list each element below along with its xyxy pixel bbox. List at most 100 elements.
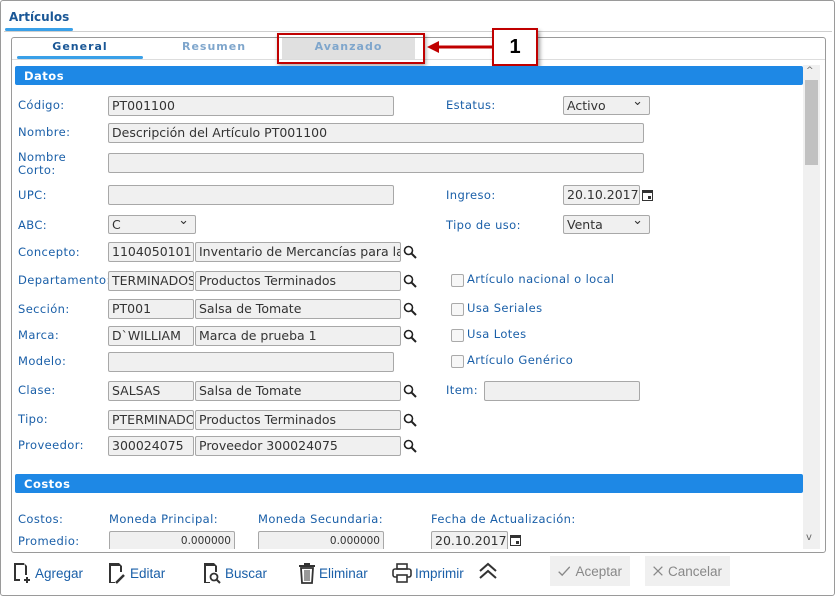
proveedor-code-input[interactable]: 300024075: [108, 436, 194, 456]
form-scroll-area: Datos Código: PT001100 Estatus: Activo N…: [15, 65, 803, 549]
modelo-input[interactable]: [108, 352, 394, 372]
cancelar-button[interactable]: Cancelar: [645, 556, 730, 586]
upc-label: UPC:: [18, 188, 47, 202]
annotation-number: 1: [492, 28, 538, 66]
close-icon: [653, 566, 663, 576]
nombre-label: Nombre:: [18, 125, 71, 139]
search-document-icon: [204, 563, 221, 584]
scrollbar-thumb[interactable]: [805, 80, 818, 165]
cancelar-label: Cancelar: [667, 563, 722, 579]
tipo-desc-input[interactable]: Productos Terminados: [195, 410, 401, 430]
promedio-secundaria-input[interactable]: 0.000000: [258, 531, 384, 549]
calendar-icon[interactable]: [642, 189, 653, 201]
seriales-checkbox[interactable]: [451, 303, 464, 316]
item-label: Item:: [446, 383, 479, 397]
lotes-label: Usa Lotes: [467, 327, 527, 341]
search-icon[interactable]: [403, 413, 417, 427]
scroll-down-icon[interactable]: v: [806, 532, 812, 543]
tipo-uso-select[interactable]: Venta: [563, 213, 650, 234]
estatus-select[interactable]: Activo: [563, 94, 650, 115]
proveedor-label: Proveedor:: [18, 438, 84, 452]
marca-code-input[interactable]: D`WILLIAM: [108, 326, 194, 346]
ingreso-label: Ingreso:: [446, 188, 496, 202]
eliminar-button[interactable]: Eliminar: [298, 562, 368, 584]
nacional-checkbox[interactable]: [451, 274, 464, 287]
imprimir-button[interactable]: Imprimir: [392, 562, 464, 584]
departamento-code-input[interactable]: TERMINADOS: [108, 271, 194, 291]
clase-label: Clase:: [18, 383, 56, 397]
tab-resumen[interactable]: Resumen: [150, 40, 278, 53]
search-icon[interactable]: [403, 439, 417, 453]
annotation-arrow-icon: [427, 41, 493, 53]
search-icon[interactable]: [403, 302, 417, 316]
collapse-chevrons-icon[interactable]: [478, 562, 498, 580]
aceptar-button[interactable]: Aceptar: [550, 556, 630, 586]
ingreso-date-input[interactable]: 20.10.2017: [563, 185, 640, 205]
departamento-label: Departamento:: [18, 273, 111, 287]
generico-label: Artículo Genérico: [467, 353, 574, 367]
search-icon[interactable]: [403, 329, 417, 343]
tipo-label: Tipo:: [18, 412, 49, 426]
editar-label: Editar: [130, 565, 166, 581]
nombre-corto-label: Nombre Corto:: [18, 150, 67, 177]
concepto-code-input[interactable]: 1104050101: [108, 242, 194, 262]
agregar-label: Agregar: [35, 565, 84, 581]
costos-label: Costos:: [18, 512, 64, 526]
marca-desc-input[interactable]: Marca de prueba 1: [195, 326, 401, 346]
promedio-principal-input[interactable]: 0.000000: [109, 531, 235, 549]
upc-input[interactable]: [108, 185, 394, 205]
section-costos: Costos: [15, 474, 803, 493]
search-icon[interactable]: [403, 274, 417, 288]
tipo-uso-label: Tipo de uso:: [446, 218, 521, 232]
departamento-desc-input[interactable]: Productos Terminados: [195, 271, 401, 291]
moneda-principal-label: Moneda Principal:: [109, 512, 219, 526]
seccion-code-input[interactable]: PT001: [108, 299, 194, 319]
editar-button[interactable]: Editar: [107, 562, 165, 584]
calendar-icon[interactable]: [510, 534, 521, 546]
add-document-icon: [14, 563, 30, 583]
generico-checkbox[interactable]: [451, 355, 464, 368]
divider: [4, 31, 832, 32]
aceptar-label: Aceptar: [575, 563, 622, 579]
tipo-code-input[interactable]: PTERMINADOS: [108, 410, 194, 430]
search-icon[interactable]: [403, 384, 417, 398]
fecha-actualizacion-input[interactable]: 20.10.2017: [431, 531, 508, 549]
nombre-input[interactable]: Descripción del Artículo PT001100: [108, 123, 644, 143]
fecha-actualizacion-label: Fecha de Actualización:: [431, 512, 576, 526]
clase-desc-input[interactable]: Salsa de Tomate: [195, 381, 401, 401]
imprimir-label: Imprimir: [415, 565, 464, 581]
eliminar-label: Eliminar: [319, 565, 368, 581]
agregar-button[interactable]: Agregar: [12, 562, 83, 584]
search-icon[interactable]: [403, 245, 417, 259]
abc-label: ABC:: [18, 218, 48, 232]
nombre-corto-input[interactable]: [108, 153, 644, 173]
annotation-highlight: [277, 33, 425, 64]
item-input[interactable]: [484, 381, 640, 401]
seccion-desc-input[interactable]: Salsa de Tomate: [195, 299, 401, 319]
seccion-label: Sección:: [18, 302, 70, 316]
codigo-input[interactable]: PT001100: [108, 96, 394, 116]
trash-icon: [299, 563, 315, 584]
edit-icon: [109, 563, 125, 584]
promedio-label: Promedio:: [18, 534, 80, 548]
moneda-secundaria-label: Moneda Secundaria:: [258, 512, 383, 526]
lotes-checkbox[interactable]: [451, 329, 464, 342]
buscar-label: Buscar: [225, 565, 268, 581]
abc-select[interactable]: C: [108, 213, 196, 234]
check-icon: [558, 566, 571, 577]
marca-label: Marca:: [18, 328, 60, 342]
proveedor-desc-input[interactable]: Proveedor 300024075: [195, 436, 401, 456]
estatus-label: Estatus:: [446, 98, 496, 112]
tab-general[interactable]: General: [17, 40, 143, 53]
concepto-desc-input[interactable]: Inventario de Mercancías para la: [195, 242, 401, 262]
tab-articulos[interactable]: Artículos: [9, 10, 69, 24]
nacional-label: Artículo nacional o local: [467, 272, 615, 286]
scroll-up-icon[interactable]: ^: [806, 66, 814, 76]
section-datos: Datos: [15, 66, 803, 85]
codigo-label: Código:: [18, 98, 65, 112]
modelo-label: Modelo:: [18, 354, 67, 368]
buscar-button[interactable]: Buscar: [202, 562, 267, 584]
clase-code-input[interactable]: SALSAS: [108, 381, 194, 401]
printer-icon: [392, 563, 412, 583]
concepto-label: Concepto:: [18, 245, 81, 259]
